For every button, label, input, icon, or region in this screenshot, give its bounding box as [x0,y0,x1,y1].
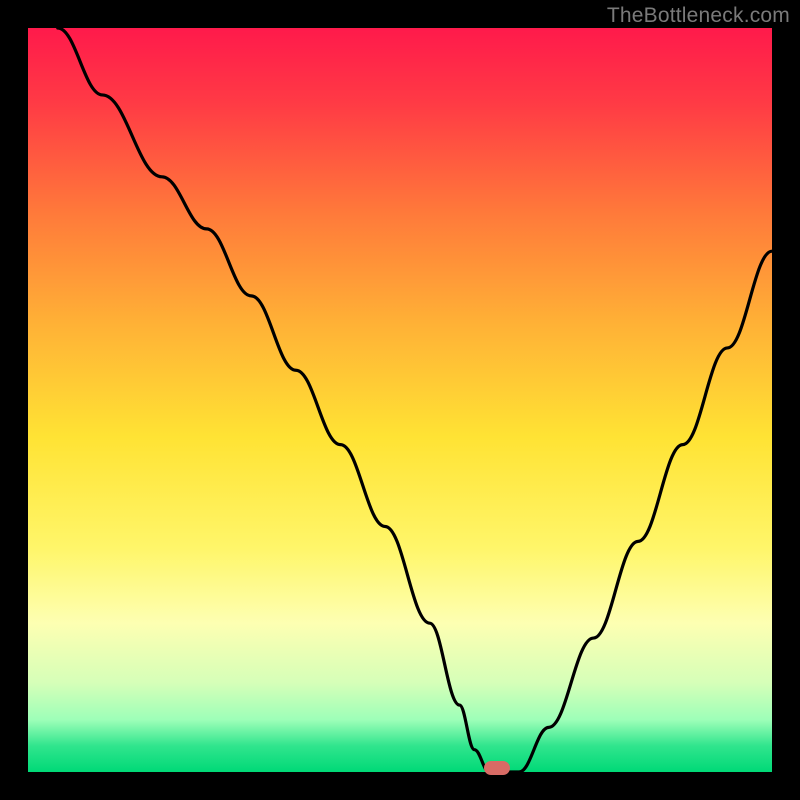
optimal-marker [484,761,510,775]
chart-frame: TheBottleneck.com [0,0,800,800]
bottleneck-chart [28,28,772,772]
chart-background [28,28,772,772]
watermark-text: TheBottleneck.com [607,4,790,28]
